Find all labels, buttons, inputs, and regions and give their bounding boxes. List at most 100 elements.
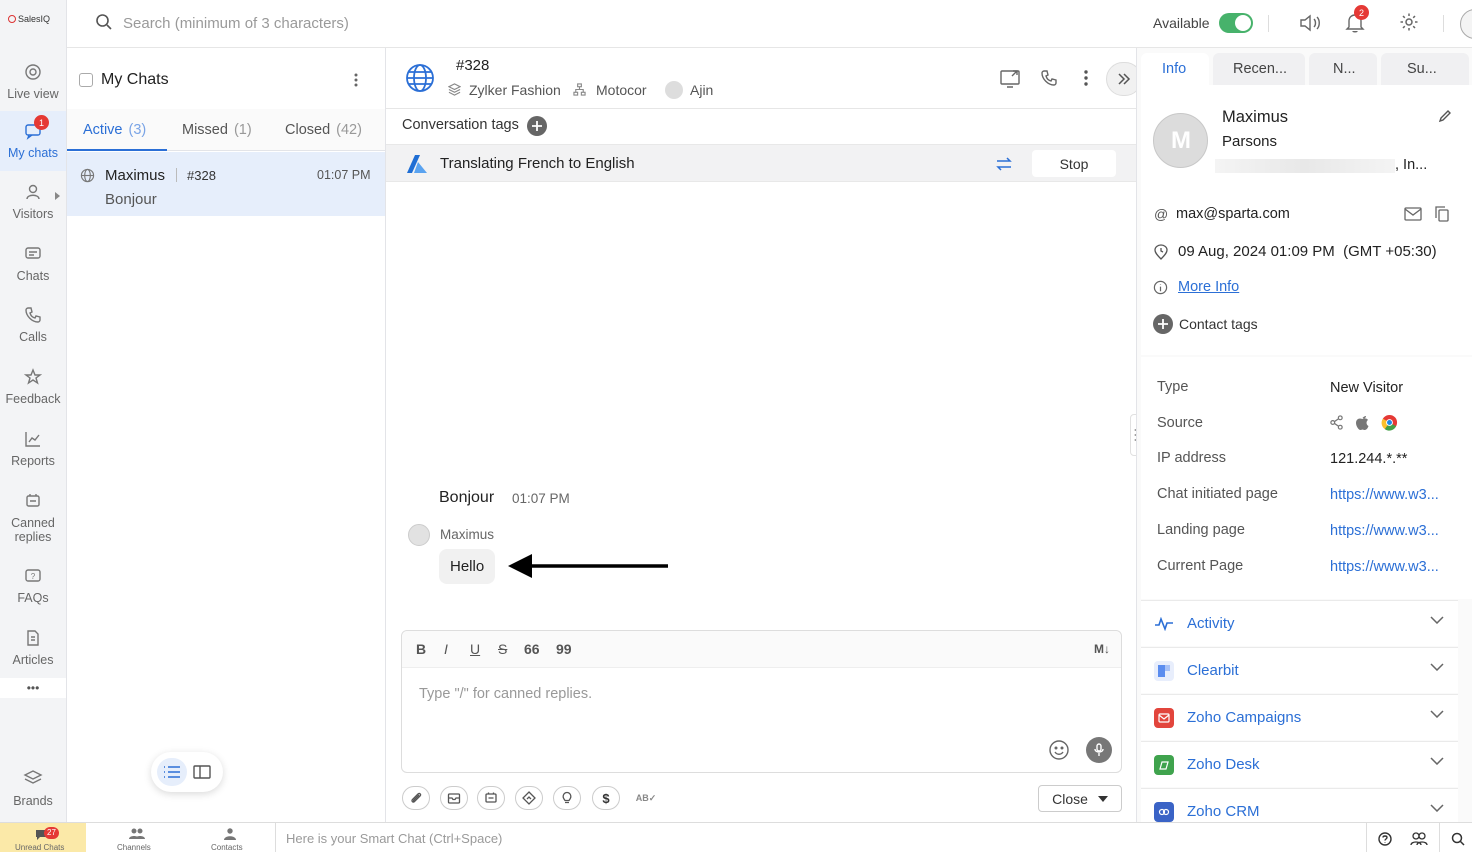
tab-label: Missed [182,122,228,138]
tab-active[interactable]: Active (3) [83,122,146,138]
group-icon [129,828,145,839]
split-view-icon[interactable] [193,765,211,779]
stop-translation-button[interactable]: Stop [1032,150,1116,177]
avatar-monogram-icon: M [1171,127,1191,154]
share-screen-icon[interactable] [1000,68,1022,88]
list-view-button[interactable] [157,758,187,786]
help-icon[interactable] [1378,832,1392,846]
underline-button[interactable]: U [470,641,480,657]
rail-item-my-chats[interactable]: My chats 1 [0,111,66,171]
tab-missed[interactable]: Missed (1) [182,122,252,138]
more-vertical-icon[interactable] [352,72,360,88]
integration-zoho-desk[interactable]: Zoho Desk [1141,741,1458,787]
channels-button[interactable]: Channels [100,823,180,852]
rail-item-chats[interactable]: Chats [0,234,66,294]
quote-open-button[interactable]: 66 [524,641,540,657]
smart-chat-input[interactable]: Here is your Smart Chat (Ctrl+Space) [275,823,1367,852]
phone-icon [25,307,41,323]
brand-logo[interactable]: SalesIQ [8,14,50,24]
markdown-toggle[interactable]: M↓ [1094,642,1110,656]
copy-icon[interactable] [1435,206,1449,222]
rail-item-brands[interactable]: Brands [0,758,66,818]
payment-button[interactable]: $ [592,786,620,810]
integration-label: Activity [1187,615,1235,632]
search-icon[interactable] [1451,832,1465,846]
integration-activity[interactable]: Activity [1141,600,1458,646]
rail-label: My chats [7,146,58,160]
rail-more-button[interactable]: ••• [0,678,66,698]
mail-icon[interactable] [1404,207,1422,221]
integration-label: Zoho CRM [1187,803,1260,820]
close-chat-button[interactable]: Close [1038,785,1122,812]
detail-link[interactable]: https://www.w3... [1330,523,1439,539]
live-view-icon [25,64,41,80]
unread-chats-button[interactable]: 27 Unread Chats [0,823,86,852]
canned-reply-button[interactable] [477,786,505,810]
select-all-checkbox[interactable] [79,73,93,87]
attach-button[interactable] [402,786,430,810]
italic-button[interactable]: I [444,641,448,657]
tab-count: (3) [128,122,147,138]
divider [176,168,177,182]
strikethrough-button[interactable]: S [498,641,507,657]
tab-closed[interactable]: Closed (42) [285,122,362,138]
rail-item-canned-replies[interactable]: Canned replies [0,486,66,550]
contacts-button[interactable]: Contacts [190,823,270,852]
azure-icon [407,155,427,173]
person-icon [224,828,236,840]
rail-item-feedback[interactable]: Feedback [0,357,66,417]
rail-item-calls[interactable]: Calls [0,295,66,355]
search-input[interactable]: Search (minimum of 3 characters) [123,15,349,32]
users-icon[interactable] [1410,831,1428,846]
quote-close-button[interactable]: 99 [556,641,572,657]
tab-summary[interactable]: Su... [1381,53,1469,85]
user-avatar[interactable] [1460,9,1472,39]
add-tag-button[interactable] [527,116,547,136]
chat-list-item[interactable]: Maximus #328 01:07 PM Bonjour [67,152,385,216]
voice-record-button[interactable] [1086,737,1112,763]
rail-item-visitors[interactable]: Visitors [0,172,66,232]
detail-link[interactable]: https://www.w3... [1330,559,1439,575]
rail-item-faqs[interactable]: ? FAQs [0,556,66,616]
routing-button[interactable] [515,786,543,810]
chat-id: #328 [187,168,216,183]
conversation-operator: Ajin [690,82,714,98]
integration-label: Zoho Desk [1187,756,1260,773]
suggestion-button[interactable] [553,786,581,810]
integration-clearbit[interactable]: Clearbit [1141,647,1458,693]
conversation-tags-bar: Conversation tags [386,109,1136,143]
location-clock-icon [1154,244,1168,260]
plus-icon [532,121,542,131]
more-vertical-icon[interactable] [1082,69,1090,87]
translation-bar: Translating French to English Stop [386,144,1136,182]
rail-item-live-view[interactable]: Live view [0,52,66,112]
tab-notes[interactable]: N... [1309,53,1377,85]
rail-item-reports[interactable]: Reports [0,419,66,479]
archive-button[interactable] [440,786,468,810]
pencil-icon[interactable] [1438,109,1452,123]
expand-caret-icon[interactable] [55,192,60,200]
spellcheck-button[interactable]: AB✓ [632,786,660,810]
availability-toggle[interactable] [1219,13,1253,33]
dollar-icon: $ [602,790,610,806]
message-input[interactable]: Type "/" for canned replies. [419,686,592,702]
bold-button[interactable]: B [416,641,426,657]
zoho-crm-icon [1154,802,1174,822]
detail-link[interactable]: https://www.w3... [1330,487,1439,503]
gear-icon[interactable] [1399,12,1419,32]
integration-zoho-crm[interactable]: Zoho CRM [1141,788,1458,822]
more-info-link[interactable]: More Info [1178,279,1239,295]
tab-recent[interactable]: Recen... [1213,53,1305,85]
speaker-icon[interactable] [1298,13,1324,33]
conversation-tags-label: Conversation tags [402,117,519,133]
add-contact-tag-button[interactable] [1153,314,1173,334]
availability-label: Available [1153,15,1210,31]
unread-chats-label: Unread Chats [15,843,65,852]
integration-zoho-campaigns[interactable]: Zoho Campaigns [1141,694,1458,740]
phone-icon[interactable] [1040,69,1058,87]
swap-language-icon[interactable] [996,157,1012,171]
emoji-icon[interactable] [1048,739,1070,761]
rail-item-articles[interactable]: Articles [0,618,66,678]
tab-info[interactable]: Info [1141,53,1209,85]
search-icon [96,14,112,30]
